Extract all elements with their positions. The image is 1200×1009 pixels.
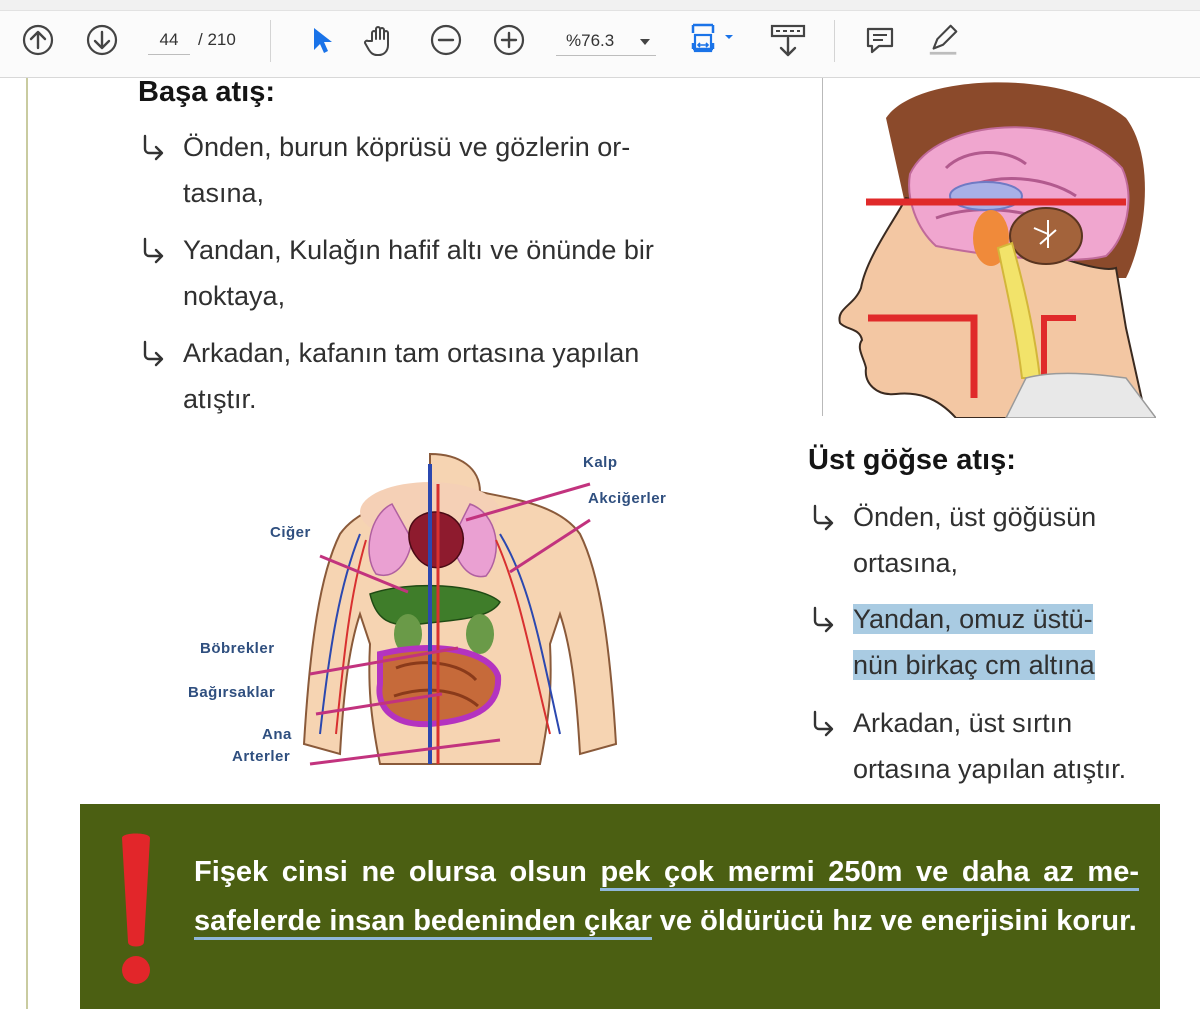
warning-callout: Fişek cinsi ne olursa olsun pek çok merm… bbox=[80, 804, 1160, 1009]
list-item-highlighted[interactable]: Yandan, omuz üstü- nün birkaç cm altına bbox=[853, 596, 1095, 688]
pdf-page: Başa atış: Önden, burun köprüsü ve gözle… bbox=[0, 76, 1200, 1009]
zoom-level-value: %76.3 bbox=[566, 31, 615, 50]
comment-icon[interactable] bbox=[862, 22, 898, 58]
highlighted-text[interactable]: nün birkaç cm altına bbox=[853, 650, 1095, 680]
list-item: Önden, burun köprüsü ve gözlerin or- tas… bbox=[183, 124, 630, 216]
chevron-down-icon bbox=[640, 39, 650, 45]
list-item-line: Arkadan, kafanın tam ortasına yapılan bbox=[183, 338, 640, 368]
pen-icon[interactable] bbox=[926, 22, 962, 58]
toolbar-divider bbox=[270, 20, 271, 62]
organ-label-intestines: Bağırsaklar bbox=[188, 684, 276, 701]
zoom-out-icon[interactable] bbox=[428, 22, 464, 58]
hand-icon[interactable] bbox=[362, 22, 398, 58]
list-item-line: Önden, üst göğüsün bbox=[853, 502, 1097, 532]
organ-label-lungs: Akciğerler bbox=[588, 490, 667, 507]
warning-text: Fişek cinsi ne olursa olsun pek çok merm… bbox=[194, 848, 1139, 946]
toolbar-divider bbox=[834, 20, 835, 62]
bullet-arrow-icon bbox=[143, 340, 164, 367]
organ-label-arteries: Arterler bbox=[232, 748, 291, 765]
section-heading-head: Başa atış: bbox=[138, 76, 276, 108]
bullet-arrow-icon bbox=[813, 710, 834, 737]
zoom-in-icon[interactable] bbox=[491, 22, 527, 58]
organ-label-ana: Ana bbox=[262, 726, 292, 743]
page-margin-rule bbox=[26, 78, 28, 1009]
highlighted-text[interactable]: Yandan, omuz üstü- bbox=[853, 604, 1093, 634]
warning-text-part: ve öldürücü hız ve enerjisini korur. bbox=[651, 905, 1137, 937]
list-item: Yandan, Kulağın hafif altı ve önünde bir… bbox=[183, 227, 654, 319]
organ-label-heart: Kalp bbox=[583, 454, 618, 471]
head-anatomy-illustration bbox=[826, 78, 1156, 418]
list-item-line: ortasına yapılan atıştır. bbox=[853, 754, 1127, 784]
bullet-arrow-icon bbox=[813, 504, 834, 531]
select-arrow-icon[interactable] bbox=[302, 22, 338, 58]
list-item: Önden, üst göğüsün ortasına, bbox=[853, 494, 1096, 586]
list-item-line: tasına, bbox=[183, 178, 265, 208]
page-number-input[interactable]: 44 bbox=[148, 26, 190, 55]
tab-strip bbox=[0, 0, 1200, 11]
bullet-arrow-icon bbox=[143, 134, 164, 161]
list-item-line: atıştır. bbox=[183, 384, 257, 414]
bullet-arrow-icon bbox=[813, 606, 834, 633]
section-heading-chest: Üst göğse atış: bbox=[808, 444, 1016, 476]
warning-text-part: Fişek cinsi ne olursa olsun bbox=[194, 856, 601, 888]
zoom-level-select[interactable]: %76.3 bbox=[556, 26, 656, 56]
organ-label-liver: Ciğer bbox=[270, 524, 311, 541]
page-total: / 210 bbox=[198, 30, 236, 49]
list-item-line: Yandan, Kulağın hafif altı ve önünde bir bbox=[183, 235, 654, 265]
list-item-line: noktaya, bbox=[183, 281, 286, 311]
list-item: Arkadan, üst sırtın ortasına yapılan atı… bbox=[853, 700, 1126, 792]
list-item-line: ortasına, bbox=[853, 548, 959, 578]
exclamation-icon bbox=[122, 833, 150, 984]
list-item-line: Arkadan, üst sırtın bbox=[853, 708, 1073, 738]
prev-page-icon[interactable] bbox=[20, 22, 56, 58]
scroll-mode-icon[interactable] bbox=[766, 22, 810, 58]
bullet-arrow-icon bbox=[143, 237, 164, 264]
organ-label-kidneys: Böbrekler bbox=[200, 640, 275, 657]
toolbar: 44 / 210 %76.3 bbox=[0, 0, 1200, 78]
list-item: Arkadan, kafanın tam ortasına yapılan at… bbox=[183, 330, 639, 422]
fit-page-icon[interactable] bbox=[688, 22, 738, 58]
list-item-line: Önden, burun köprüsü ve gözlerin or- bbox=[183, 132, 631, 162]
next-page-icon[interactable] bbox=[84, 22, 120, 58]
column-rule bbox=[822, 78, 823, 416]
